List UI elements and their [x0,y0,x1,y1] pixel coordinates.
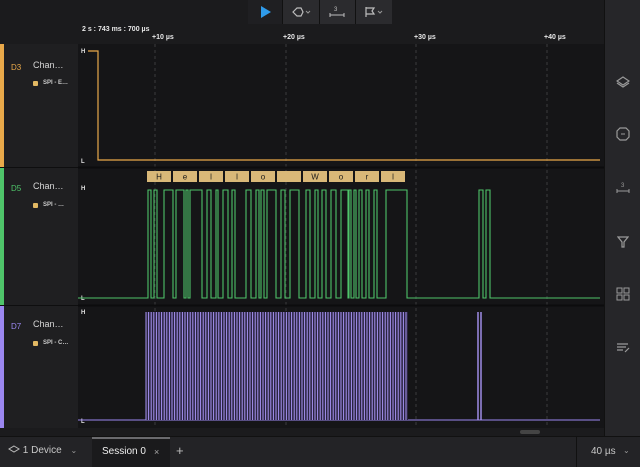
measure-rail-label: 3 [621,183,625,189]
channel-name[interactable]: Chan… [33,319,64,329]
horizontal-scroll-thumb[interactable] [520,430,540,434]
channel-name[interactable]: Chan… [33,181,64,191]
waveform-d7 [78,312,600,421]
decoded-byte-label: l [236,173,238,182]
logic-analyzer-app: 3 2 s : 743 ms : 700 µs +10 µs +20 µs +3… [0,0,640,467]
decoded-byte-label: H [156,173,162,182]
decoded-bytes-strip: He l l o Wo r l [147,171,405,182]
right-sidebar: 3 [604,0,640,436]
decoded-byte-label: W [311,173,319,182]
device-icon [8,445,20,453]
flag-icon [365,7,383,17]
tick-label: +30 µs [414,34,436,41]
decoded-byte-cell [277,171,301,182]
extensions-button[interactable] [605,284,640,304]
close-icon[interactable]: × [154,447,159,457]
level-high-label: H [81,310,85,316]
channel-id: D5 [11,184,22,193]
channel-color-stripe [0,306,4,428]
channel-row-d5[interactable]: D5 Chan… SPI - … [0,168,78,306]
decoded-byte-label: r [366,173,369,182]
tick-label: +40 µs [544,34,566,41]
analyzer-label: SPI - C… [43,340,69,346]
play-button[interactable] [248,0,282,24]
zoom-selector[interactable]: 40 µs ⌄ [576,437,640,467]
channel-row-d7[interactable]: D7 Chan… SPI - C… [0,306,78,428]
decoded-byte-label: l [210,173,212,182]
waveform-d5 [78,189,600,299]
analyzer-dot [33,203,38,208]
timeline-header[interactable]: 2 s : 743 ms : 700 µs +10 µs +20 µs +30 … [78,24,604,44]
decoded-byte-label: o [339,173,344,182]
channel-color-stripe [0,44,4,167]
tick-label: +10 µs [152,34,174,41]
trigger-button[interactable] [283,0,319,24]
measure-button[interactable]: 3 [320,0,356,24]
decoded-byte-label: e [183,173,188,182]
level-high-label: H [81,49,85,55]
play-icon [260,6,271,18]
channel-row-d3[interactable]: D3 Chan… SPI - E… [0,44,78,168]
filter-icon [617,236,629,248]
session-tab-label: Session 0 [102,446,146,457]
chevron-down-icon: ⌄ [623,446,630,455]
channel-id: D3 [11,63,22,72]
level-high-label: H [81,186,85,192]
layers-button[interactable] [605,72,640,92]
waveform-plot[interactable]: H L H L H L Hello Worl [78,44,604,428]
analyzer-label: SPI - … [43,202,65,208]
analyzers-button[interactable] [605,124,640,144]
notes-button[interactable] [605,338,640,358]
waveform-svg: H L H L H L Hello Worl [78,44,604,428]
notes-icon [617,343,630,353]
analyzer-label: SPI - E… [43,80,69,86]
extensions-icon [616,287,630,301]
analyzer-dot [33,81,38,86]
measure-label: 3 [334,7,338,13]
level-low-label: L [81,296,85,302]
trigger-icon [291,7,310,17]
decoded-byte-label: l [392,173,394,182]
device-label: 1 Device [22,445,62,456]
markers-button[interactable] [356,0,392,24]
channel-list: D3 Chan… SPI - E… D5 Chan… SPI - … D7 Ch… [0,44,78,428]
tick-label: +20 µs [283,34,305,41]
waveform-d3 [88,50,600,161]
filter-button[interactable] [605,232,640,252]
chevron-down-icon: ⌄ [70,446,78,455]
channel-id: D7 [11,322,22,331]
analyzer-dot [33,341,38,346]
absolute-time: 2 s : 743 ms : 700 µs [82,26,150,33]
capture-toolbar: 3 [248,0,392,25]
device-selector[interactable]: 1 Device ⌄ [8,445,77,456]
layers-icon [616,76,630,88]
decoded-byte-label: o [261,173,266,182]
channel-name[interactable]: Chan… [33,60,64,70]
add-session-button[interactable]: + [176,443,184,458]
tab-session-0[interactable]: Session 0 × [92,437,170,467]
measure-icon: 3 [616,183,630,193]
level-low-label: L [81,159,85,165]
measurements-button[interactable]: 3 [605,178,640,198]
analyzer-icon [616,127,630,141]
measure-icon: 3 [329,7,345,17]
bottom-bar: 1 Device ⌄ Session 0 × + 40 µs ⌄ [0,436,640,467]
channel-color-stripe [0,168,4,305]
zoom-value: 40 µs [591,446,616,457]
